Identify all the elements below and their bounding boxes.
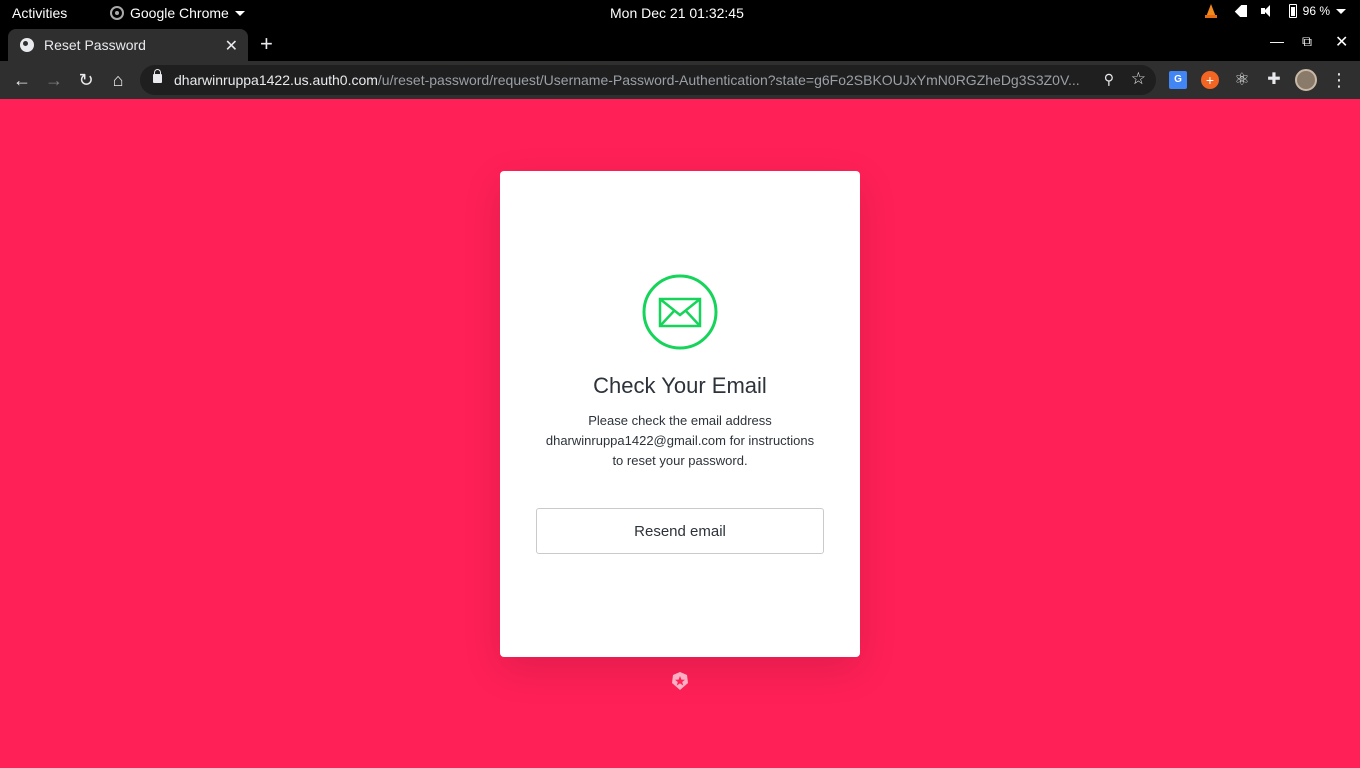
close-tab-icon[interactable]: ✕ xyxy=(225,36,238,56)
kebab-menu-icon[interactable]: ⋮ xyxy=(1330,71,1348,89)
url-path: /u/reset-password/request/Username-Passw… xyxy=(377,72,1080,88)
page-background: Check Your Email Please check the email … xyxy=(0,99,1360,768)
react-devtools-icon[interactable]: ⚛ xyxy=(1233,71,1251,89)
close-window-icon[interactable]: ✕ xyxy=(1335,32,1348,52)
instructions-text: Please check the email address dharwinru… xyxy=(545,413,815,468)
activities-button[interactable]: Activities xyxy=(12,5,67,21)
app-name: Google Chrome xyxy=(130,5,229,21)
chevron-down-icon xyxy=(1336,8,1346,14)
clock[interactable]: Mon Dec 21 01:32:45 xyxy=(610,5,744,21)
tab-reset-password[interactable]: Reset Password ✕ xyxy=(8,29,248,61)
home-icon[interactable]: ⌂ xyxy=(106,68,130,92)
app-menu[interactable]: Google Chrome xyxy=(110,5,245,21)
mail-icon xyxy=(642,274,718,350)
chrome-icon xyxy=(110,6,124,20)
system-top-bar: Activities Google Chrome Mon Dec 21 01:3… xyxy=(0,0,1360,27)
star-icon[interactable]: ☆ xyxy=(1131,69,1146,89)
page-title: Check Your Email xyxy=(593,373,767,398)
reset-password-card: Check Your Email Please check the email … xyxy=(500,171,860,657)
plus-extension-icon[interactable]: + xyxy=(1201,71,1219,89)
zoom-icon[interactable]: ⚲ xyxy=(1104,71,1114,88)
back-icon[interactable]: ← xyxy=(10,68,34,92)
minimize-icon[interactable]: — xyxy=(1270,33,1284,49)
tab-strip: Reset Password ✕ + — ⧉ ✕ xyxy=(0,27,1360,61)
forward-icon[interactable]: → xyxy=(42,68,66,92)
address-bar[interactable]: dharwinruppa1422.us.auth0.com/u/reset-pa… xyxy=(140,65,1156,95)
battery-percent: 96 % xyxy=(1302,4,1330,18)
extensions-icon[interactable]: ✚ xyxy=(1265,71,1283,89)
volume-icon[interactable] xyxy=(1260,5,1275,17)
lock-icon[interactable] xyxy=(153,69,162,83)
profile-avatar[interactable] xyxy=(1295,69,1317,91)
restore-icon[interactable]: ⧉ xyxy=(1302,33,1312,50)
chevron-down-icon xyxy=(234,10,245,16)
battery-indicator[interactable]: 96 % xyxy=(1288,4,1346,18)
auth0-logo-icon xyxy=(672,672,688,690)
globe-icon xyxy=(20,38,34,52)
new-tab-button[interactable]: + xyxy=(260,31,273,57)
browser-toolbar: ← → ↻ ⌂ dharwinruppa1422.us.auth0.com/u/… xyxy=(0,61,1360,99)
reload-icon[interactable]: ↻ xyxy=(74,68,98,92)
system-tray[interactable]: 96 % xyxy=(1204,4,1346,18)
url-host: dharwinruppa1422.us.auth0.com xyxy=(174,72,378,88)
vlc-icon[interactable] xyxy=(1204,4,1217,18)
resend-email-button[interactable]: Resend email xyxy=(536,508,824,554)
translate-extension-icon[interactable]: G xyxy=(1169,71,1187,89)
tab-title: Reset Password xyxy=(44,37,146,53)
url-text[interactable]: dharwinruppa1422.us.auth0.com/u/reset-pa… xyxy=(174,72,1094,88)
wifi-icon[interactable] xyxy=(1231,5,1247,17)
battery-icon xyxy=(1288,4,1297,18)
